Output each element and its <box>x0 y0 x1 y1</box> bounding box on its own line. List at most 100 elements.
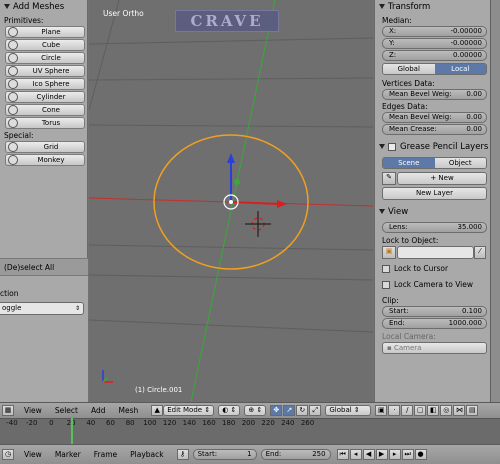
end-frame-value: 250 <box>312 450 326 458</box>
timeline-tick-label: 260 <box>300 419 315 427</box>
clip-end-field[interactable]: End: 1000.000 <box>382 318 487 329</box>
mean-crease-label: Mean Crease: <box>389 125 437 133</box>
operator-title[interactable]: (De)select All <box>0 259 88 276</box>
vertex-select-icon[interactable]: · <box>388 405 401 416</box>
pencil-icon[interactable]: ✎ <box>382 172 396 185</box>
scale-icon[interactable]: ⤢ <box>309 405 322 416</box>
transform-header[interactable]: Transform <box>375 0 490 15</box>
edge-select-icon[interactable]: / <box>401 405 414 416</box>
new-grease-pencil-button[interactable]: + New <box>397 172 487 185</box>
add-meshes-header[interactable]: Add Meshes <box>0 0 87 15</box>
add-grid-label: Grid <box>43 143 59 151</box>
menu-select[interactable]: Select <box>55 406 78 415</box>
lens-field[interactable]: Lens: 35.000 <box>382 222 487 233</box>
lock-camera-row[interactable]: Lock Camera to View <box>375 277 490 293</box>
add-cone-button[interactable]: Cone <box>5 104 85 116</box>
jump-start-icon[interactable]: ⏮ <box>336 449 349 460</box>
pivot-select[interactable]: ⊕ ⇕ <box>244 405 267 416</box>
3d-cursor-icon[interactable] <box>245 211 271 237</box>
play-reverse-icon[interactable]: ◀ <box>362 449 375 460</box>
record-icon[interactable]: ● <box>414 449 427 460</box>
clip-start-field[interactable]: Start: 0.100 <box>382 306 487 317</box>
lock-to-cursor-label: Lock to Cursor <box>394 264 449 273</box>
shading-select[interactable]: ◐ ⇕ <box>218 405 241 416</box>
lens-label: Lens: <box>389 223 408 231</box>
lock-to-cursor-checkbox[interactable] <box>382 265 390 273</box>
key-icon[interactable]: ⚷ <box>176 449 189 460</box>
lock-to-cursor-row[interactable]: Lock to Cursor <box>375 261 490 277</box>
add-uv-sphere-button[interactable]: UV Sphere <box>5 65 85 77</box>
add-plane-button[interactable]: Plane <box>5 26 85 38</box>
menu-view[interactable]: View <box>24 406 42 415</box>
occlude-icon[interactable]: ◧ <box>427 405 440 416</box>
menu-view[interactable]: View <box>24 450 42 459</box>
object-toggle[interactable]: Object <box>434 158 486 168</box>
x-label: X: <box>389 27 397 35</box>
timeline-tick-label: 60 <box>106 419 115 427</box>
median-y-field[interactable]: Y: -0.00000 <box>382 38 487 49</box>
editor-type-icon[interactable]: ▦ <box>2 405 14 416</box>
scene-toggle[interactable]: Scene <box>383 158 435 168</box>
add-plane-label: Plane <box>41 28 61 36</box>
face-select-icon[interactable]: ▢ <box>414 405 427 416</box>
action-select[interactable]: oggle ⇕ <box>0 302 84 315</box>
render-icon[interactable]: ▤ <box>466 405 479 416</box>
end-frame-field[interactable]: End: 250 <box>260 449 331 460</box>
timeline-tick-label: 220 <box>261 419 275 427</box>
proportional-edit-icon[interactable]: ◎ <box>440 405 453 416</box>
add-cube-label: Cube <box>41 41 61 49</box>
start-frame-field[interactable]: Start: 1 <box>192 449 257 460</box>
median-x-field[interactable]: X: -0.00000 <box>382 26 487 37</box>
menu-mesh[interactable]: Mesh <box>118 406 138 415</box>
next-key-icon[interactable]: ▸ <box>388 449 401 460</box>
grease-pencil-checkbox[interactable] <box>388 142 396 151</box>
mean-crease-field[interactable]: Mean Crease: 0.00 <box>382 124 487 135</box>
add-cube-button[interactable]: Cube <box>5 39 85 51</box>
add-uv-sphere-icon <box>8 66 18 76</box>
orientation-select[interactable]: Global ⇕ <box>325 405 372 416</box>
clip-end-label: End: <box>389 319 405 327</box>
grease-pencil-header[interactable]: Grease Pencil Layers <box>375 140 490 155</box>
snap-icon[interactable]: ⋈ <box>453 405 466 416</box>
jump-end-icon[interactable]: ⏭ <box>401 449 414 460</box>
lock-camera-checkbox[interactable] <box>382 281 390 289</box>
translate-icon[interactable]: ↗ <box>283 405 296 416</box>
right-scroll-strip[interactable] <box>490 0 500 402</box>
camera-field[interactable]: ▪ Camera <box>382 342 487 354</box>
editor-type-icon[interactable]: ◷ <box>2 449 14 460</box>
rotate-icon[interactable]: ↻ <box>296 405 309 416</box>
clip-end-value: 1000.000 <box>448 319 482 327</box>
lock-object-field[interactable] <box>397 246 474 259</box>
menu-frame[interactable]: Frame <box>94 450 117 459</box>
layer-icon[interactable]: ▣ <box>375 405 388 416</box>
eyedropper-icon[interactable]: ⁄ <box>474 246 486 259</box>
current-frame-line[interactable] <box>71 418 73 444</box>
z-arrow-head-icon[interactable] <box>227 153 235 163</box>
menu-playback[interactable]: Playback <box>130 450 163 459</box>
view-name-label: User Ortho <box>103 9 144 18</box>
3d-viewport[interactable]: User Ortho CRAVE (1) Circle.001 <box>89 0 373 402</box>
menu-marker[interactable]: Marker <box>55 450 81 459</box>
global-toggle[interactable]: Global <box>383 64 435 74</box>
add-torus-label: Torus <box>41 119 61 127</box>
menu-add[interactable]: Add <box>91 406 106 415</box>
play-icon[interactable]: ▶ <box>375 449 388 460</box>
manipulator-toggle-icon[interactable]: ✥ <box>270 405 283 416</box>
mean-bevel-vertex-field[interactable]: Mean Bevel Weig: 0.00 <box>382 89 487 100</box>
add-torus-button[interactable]: Torus <box>5 117 85 129</box>
mode-select[interactable]: Edit Mode ⇕ <box>163 405 215 416</box>
prev-key-icon[interactable]: ◂ <box>349 449 362 460</box>
y-manipulator-handle[interactable] <box>234 179 240 185</box>
add-cylinder-button[interactable]: Cylinder <box>5 91 85 103</box>
timeline-ruler[interactable]: -40-200204060801001201401601802002202402… <box>0 418 500 444</box>
add-grid-button[interactable]: Grid <box>5 141 85 153</box>
add-ico-sphere-button[interactable]: Ico Sphere <box>5 78 85 90</box>
new-layer-button[interactable]: New Layer <box>382 187 487 200</box>
add-circle-button[interactable]: Circle <box>5 52 85 64</box>
median-z-field[interactable]: Z: 0.00000 <box>382 50 487 61</box>
mean-bevel-edge-field[interactable]: Mean Bevel Weig: 0.00 <box>382 112 487 123</box>
add-monkey-button[interactable]: Monkey <box>5 154 85 166</box>
view-panel-header[interactable]: View <box>375 205 490 220</box>
local-toggle[interactable]: Local <box>434 64 486 74</box>
x-arrow-head-icon[interactable] <box>277 200 287 208</box>
